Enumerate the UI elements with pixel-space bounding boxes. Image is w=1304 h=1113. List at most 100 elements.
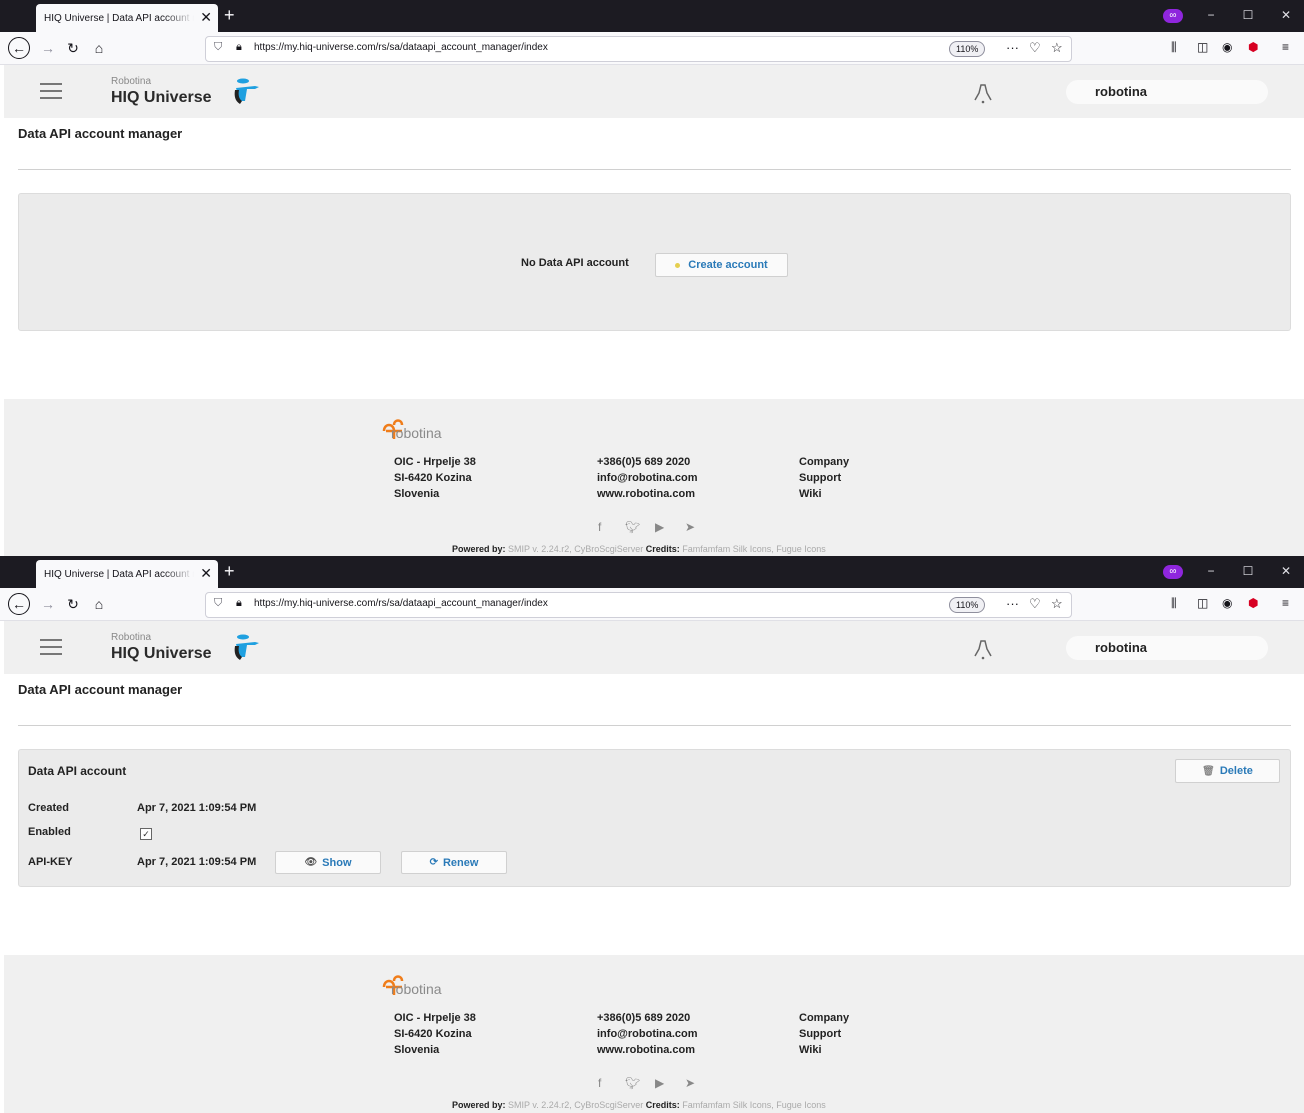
user-menu[interactable]: robotina [1066, 80, 1268, 104]
reload-icon[interactable]: ↻ [62, 593, 84, 615]
renew-label: Renew [442, 856, 479, 869]
contact-website[interactable]: www.robotina.com [597, 486, 698, 502]
address-line: Slovenia [394, 488, 440, 500]
telegram-icon[interactable]: ➤ [685, 520, 695, 534]
ublock-icon[interactable]: ⬢ [1248, 596, 1258, 610]
home-icon[interactable]: ⌂ [88, 37, 110, 59]
tab-close-icon[interactable]: ✕ [200, 9, 212, 25]
show-button[interactable]: 👁︎ Show [275, 851, 381, 874]
app-header: Robotina HIQ Universe robotina [4, 621, 1304, 674]
menu-icon[interactable]: ≡ [1282, 40, 1289, 54]
credits-label: Credits: [645, 1100, 680, 1110]
minimize-button[interactable]: − [1201, 562, 1221, 580]
close-window-button[interactable]: ✕ [1276, 6, 1296, 24]
browser-window-empty-state: HIQ Universe | Data API account manager … [0, 0, 1304, 556]
hamburger-menu-icon[interactable] [40, 639, 62, 655]
twitter-icon[interactable]: 🐦︎ [625, 1076, 640, 1090]
user-menu[interactable]: robotina [1066, 636, 1268, 660]
forward-icon[interactable]: → [37, 37, 59, 59]
page-title: Data API account manager [18, 126, 183, 141]
address-line: Slovenia [394, 1044, 440, 1056]
ublock-icon[interactable]: ⬢ [1248, 40, 1258, 54]
youtube-icon[interactable]: ▶ [655, 520, 664, 534]
tab-close-icon[interactable]: ✕ [200, 565, 212, 581]
hamburger-menu-icon[interactable] [40, 83, 62, 99]
telegram-icon[interactable]: ➤ [685, 1076, 695, 1090]
notification-bell-icon[interactable] [971, 81, 995, 105]
zoom-badge[interactable]: 110% [949, 41, 986, 57]
app-header: Robotina HIQ Universe robotina [4, 65, 1304, 118]
nav-toolbar: ← → ↻ ⌂ ⛉ 🔒︎ https://my.hiq-universe.com… [0, 588, 1304, 621]
tracking-shield-icon[interactable]: ⛉ [214, 597, 222, 610]
url-bar[interactable]: ⛉ 🔒︎ https://my.hiq-universe.com/rs/sa/d… [205, 36, 1072, 62]
bookmark-star-icon[interactable]: ☆ [1051, 596, 1063, 612]
account-title: Data API account [28, 764, 127, 778]
contact-phone[interactable]: +386(0)5 689 2020 [597, 1010, 698, 1026]
browser-tab[interactable]: HIQ Universe | Data API account manager … [36, 4, 218, 32]
maximize-button[interactable]: ☐ [1238, 6, 1258, 24]
user-name: robotina [1095, 640, 1147, 655]
powered-label: Powered by: [452, 544, 506, 554]
contact-email[interactable]: info@robotina.com [597, 1026, 698, 1042]
pocket-icon[interactable]: ♡ [1029, 40, 1041, 56]
refresh-icon: ⟳ [429, 857, 438, 868]
sidebar-icon[interactable]: ◫ [1197, 596, 1208, 610]
renew-button[interactable]: ⟳ Renew [401, 851, 507, 874]
back-icon[interactable]: ← [8, 37, 30, 59]
api-key-label: API-KEY [28, 856, 73, 868]
footer-link-wiki[interactable]: Wiki [799, 486, 849, 502]
enabled-checkbox[interactable]: ✓ [140, 828, 152, 840]
account-icon[interactable]: ◉ [1222, 40, 1232, 54]
home-icon[interactable]: ⌂ [88, 593, 110, 615]
brand-title[interactable]: HIQ Universe [111, 89, 211, 107]
pocket-icon[interactable]: ♡ [1029, 596, 1041, 612]
youtube-icon[interactable]: ▶ [655, 1076, 664, 1090]
facebook-icon[interactable]: f [598, 520, 601, 534]
notification-bell-icon[interactable] [971, 637, 995, 661]
footer-link-support[interactable]: Support [799, 470, 849, 486]
close-window-button[interactable]: ✕ [1276, 562, 1296, 580]
contact-website[interactable]: www.robotina.com [597, 1042, 698, 1058]
footer-link-company[interactable]: Company [799, 454, 849, 470]
page-actions-icon[interactable]: ··· [1006, 40, 1019, 55]
url-text[interactable]: https://my.hiq-universe.com/rs/sa/dataap… [254, 42, 548, 53]
facebook-icon[interactable]: f [598, 1076, 601, 1090]
page-actions-icon[interactable]: ··· [1006, 596, 1019, 611]
new-tab-button[interactable]: + [224, 561, 235, 581]
menu-icon[interactable]: ≡ [1282, 596, 1289, 610]
divider [18, 169, 1291, 170]
sidebar-icon[interactable]: ◫ [1197, 40, 1208, 54]
reload-icon[interactable]: ↻ [62, 37, 84, 59]
footer-link-support[interactable]: Support [799, 1026, 849, 1042]
lock-icon[interactable]: 🔒︎ [236, 597, 242, 610]
address-line: SI-6420 Kozina [394, 472, 472, 484]
lock-icon[interactable]: 🔒︎ [236, 41, 242, 54]
forward-icon[interactable]: → [37, 593, 59, 615]
back-icon[interactable]: ← [8, 593, 30, 615]
footer-link-company[interactable]: Company [799, 1010, 849, 1026]
account-icon[interactable]: ◉ [1222, 596, 1232, 610]
new-tab-button[interactable]: + [224, 5, 235, 25]
create-account-button[interactable]: Create account [655, 253, 788, 277]
zoom-badge[interactable]: 110% [949, 597, 986, 613]
no-account-message: No Data API account [521, 257, 629, 269]
footer-link-wiki[interactable]: Wiki [799, 1042, 849, 1058]
brand-title[interactable]: HIQ Universe [111, 645, 211, 663]
bookmark-star-icon[interactable]: ☆ [1051, 40, 1063, 56]
credits-value: Famfamfam Silk Icons, Fugue Icons [679, 544, 826, 554]
footer-logo-text: robotina [391, 981, 442, 997]
library-icon[interactable]: ⫼ [1171, 596, 1177, 611]
twitter-icon[interactable]: 🐦︎ [625, 520, 640, 534]
maximize-button[interactable]: ☐ [1238, 562, 1258, 580]
tracking-shield-icon[interactable]: ⛉ [214, 41, 222, 54]
hiq-logo-icon [234, 634, 259, 660]
contact-email[interactable]: info@robotina.com [597, 470, 698, 486]
browser-tab[interactable]: HIQ Universe | Data API account manager … [36, 560, 218, 588]
contact-phone[interactable]: +386(0)5 689 2020 [597, 454, 698, 470]
create-bullet-icon [675, 262, 681, 268]
library-icon[interactable]: ⫼ [1171, 40, 1177, 55]
url-text[interactable]: https://my.hiq-universe.com/rs/sa/dataap… [254, 598, 548, 609]
url-bar[interactable]: ⛉ 🔒︎ https://my.hiq-universe.com/rs/sa/d… [205, 592, 1072, 618]
minimize-button[interactable]: − [1201, 6, 1221, 24]
delete-button[interactable]: 🗑︎ Delete [1175, 759, 1280, 783]
